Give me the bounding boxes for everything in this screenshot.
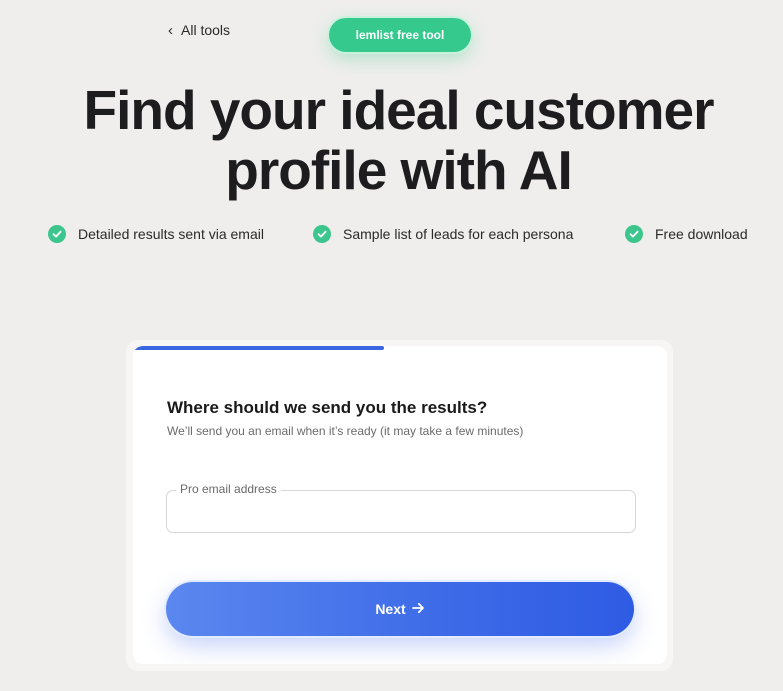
check-circle-icon [48,225,66,243]
free-tool-badge: lemlist free tool [329,18,471,52]
email-input[interactable] [179,499,623,527]
feature-label: Free download [655,226,748,242]
arrow-right-icon [411,601,425,617]
next-button[interactable]: Next [166,582,634,636]
feature-label: Sample list of leads for each persona [343,226,574,242]
progress-bar-fill [133,346,384,350]
all-tools-label: All tools [181,22,231,38]
next-button-label: Next [375,601,406,617]
feature-item: Sample list of leads for each persona [313,225,573,243]
form-subtitle: We’ll send you an email when it’s ready … [167,424,524,438]
page-title: Find your ideal customer profile with AI [83,79,714,201]
form-question: Where should we send you the results? [167,398,488,417]
all-tools-link[interactable]: ‹ All tools [168,22,230,38]
check-circle-icon [313,225,331,243]
chevron-left-icon: ‹ [168,21,173,39]
free-tool-badge-label: lemlist free tool [355,28,445,42]
check-circle-icon [625,225,643,243]
email-field[interactable]: Pro email address [166,482,636,533]
feature-item: Free download [625,225,748,243]
feature-list: Detailed results sent via email Sample l… [48,225,783,247]
feature-item: Detailed results sent via email [48,225,264,243]
progress-bar [133,346,667,350]
feature-label: Detailed results sent via email [78,226,264,242]
email-field-label: Pro email address [176,482,281,496]
email-form-card: Where should we send you the results? We… [133,346,667,664]
